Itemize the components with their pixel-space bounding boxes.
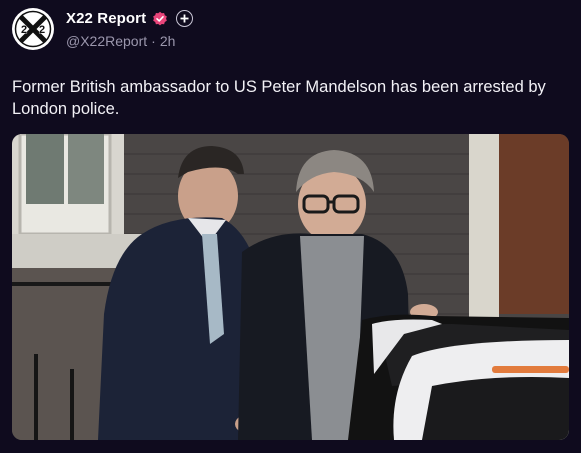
avatar[interactable]: 2 2 (12, 8, 54, 50)
photo-illustration (12, 134, 569, 440)
author-handle[interactable]: @X22Report (66, 33, 147, 49)
x22-logo-icon: 2 2 (13, 9, 53, 49)
svg-text:2: 2 (21, 24, 27, 36)
separator-dot: · (151, 33, 156, 49)
svg-text:2: 2 (39, 24, 45, 36)
author-meta: X22 Report @X22Report · 2h (66, 8, 194, 49)
post-text: Former British ambassador to US Peter Ma… (12, 78, 546, 118)
verified-badge-icon (153, 11, 168, 25)
post-card: 2 2 X22 Report @X22Report · 2h Former Br… (0, 0, 581, 453)
post-header: 2 2 X22 Report @X22Report · 2h (12, 8, 194, 50)
post-image[interactable] (12, 134, 569, 440)
author-display-name[interactable]: X22 Report (66, 10, 146, 27)
handle-row: @X22Report · 2h (66, 33, 193, 49)
follow-button[interactable] (176, 10, 194, 27)
plus-circle-icon (180, 14, 189, 23)
name-row: X22 Report (66, 10, 194, 27)
post-timestamp[interactable]: 2h (160, 33, 176, 49)
